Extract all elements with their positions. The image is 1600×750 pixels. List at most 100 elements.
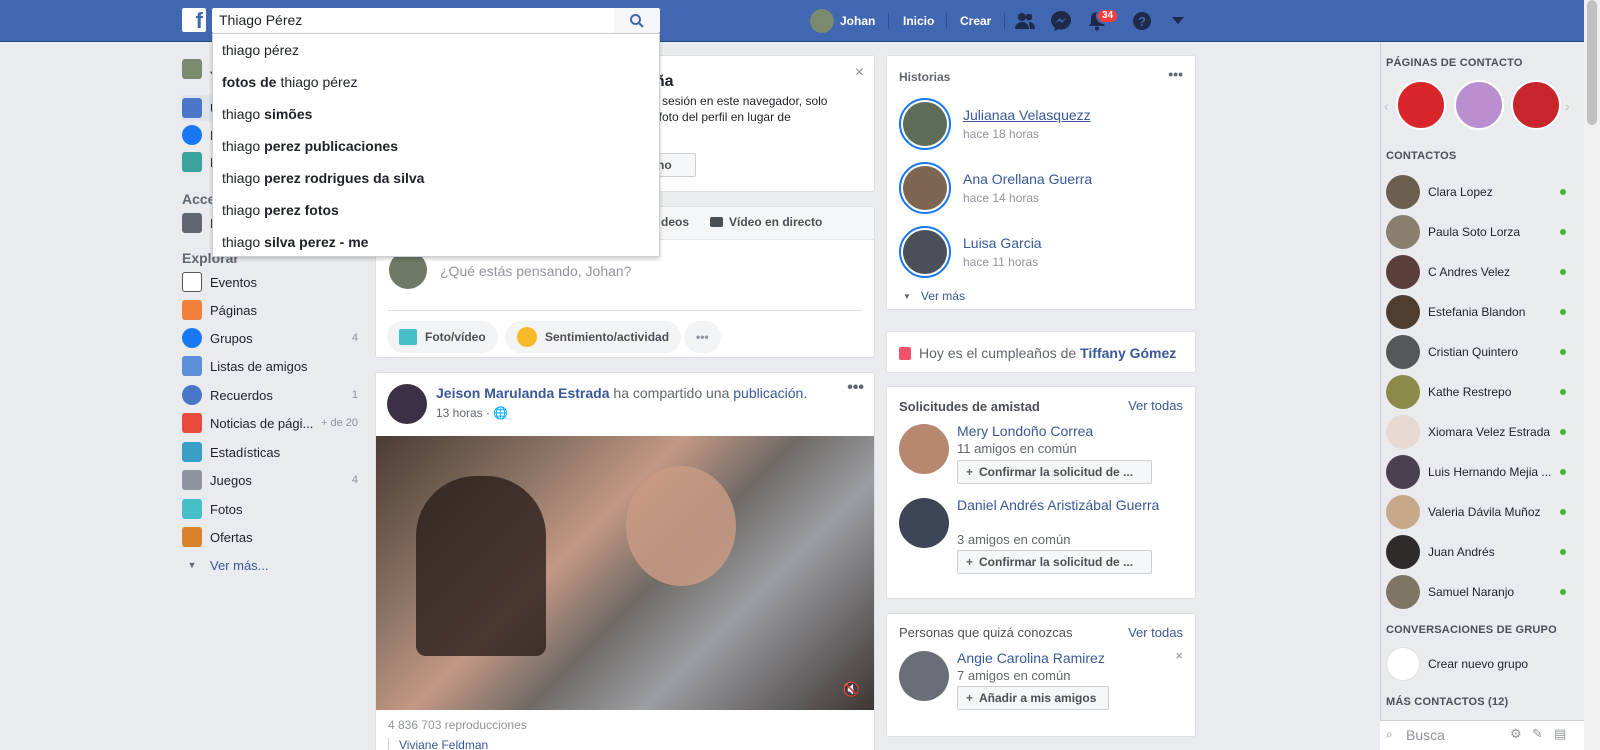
- see-all-link[interactable]: Ver todas: [1128, 398, 1183, 413]
- confirm-request-button[interactable]: + Confirmar la solicitud de ...: [957, 460, 1152, 484]
- search-suggestion[interactable]: thiago perez publicaciones: [213, 130, 659, 162]
- sidebar-item-events[interactable]: Eventos: [182, 269, 358, 295]
- search-suggestion[interactable]: fotos de thiago pérez: [213, 66, 659, 98]
- avatar[interactable]: [899, 498, 949, 548]
- contact-item[interactable]: Luis Hernando Mejia ...: [1386, 455, 1566, 489]
- avatar[interactable]: [899, 424, 949, 474]
- chevron-right-icon[interactable]: ›: [1565, 98, 1570, 114]
- story-avatar[interactable]: [899, 226, 951, 278]
- online-indicator: [1560, 309, 1566, 315]
- tab-live-video[interactable]: Vídeo en directo: [710, 215, 822, 229]
- sidebar-item-pages-feed[interactable]: Noticias de pági... + de 20: [182, 410, 358, 436]
- contact-page-avatar[interactable]: [1511, 80, 1561, 130]
- friend-requests-icon[interactable]: [1014, 10, 1036, 32]
- birthday-person-link[interactable]: Tiffany Gómez: [1080, 345, 1176, 361]
- post-timestamp[interactable]: 13 horas · 🌐: [436, 406, 508, 420]
- help-icon[interactable]: ?: [1131, 10, 1153, 32]
- contact-item[interactable]: Valeria Dávila Muñoz: [1386, 495, 1566, 529]
- confirm-request-button[interactable]: + Confirmar la solicitud de ...: [957, 550, 1152, 574]
- story-avatar[interactable]: [899, 162, 951, 214]
- create-group-button[interactable]: Crear nuevo grupo: [1386, 647, 1566, 681]
- post-video[interactable]: 🔇: [376, 436, 874, 710]
- sidebar-item-label: Recuerdos: [210, 387, 273, 403]
- story-avatar[interactable]: [899, 98, 951, 150]
- sidebar-item-friend-lists[interactable]: Listas de amigos: [182, 353, 358, 379]
- contact-item[interactable]: Samuel Naranjo: [1386, 575, 1566, 609]
- search-suggestion[interactable]: thiago silva perez - me: [213, 226, 659, 258]
- mute-icon[interactable]: 🔇: [843, 681, 860, 698]
- post-shared-link[interactable]: publicación.: [733, 385, 807, 401]
- facebook-logo[interactable]: f: [182, 8, 206, 32]
- stories-see-more[interactable]: ▼ Ver más: [903, 289, 965, 303]
- contact-item[interactable]: Estefania Blandon: [1386, 295, 1566, 329]
- online-indicator: [1560, 589, 1566, 595]
- messenger-icon[interactable]: [1050, 10, 1072, 32]
- tab-photo-video[interactable]: deos: [661, 215, 689, 229]
- photo-video-button[interactable]: Foto/vídeo: [387, 321, 498, 353]
- sidebar-item-pages[interactable]: Páginas: [182, 297, 358, 323]
- search-suggestion[interactable]: thiago simões: [213, 98, 659, 130]
- search-input[interactable]: Thiago Pérez: [212, 8, 614, 33]
- close-icon[interactable]: ×: [855, 64, 864, 82]
- contact-item[interactable]: C Andres Velez: [1386, 255, 1566, 289]
- feeling-activity-button[interactable]: Sentimiento/actividad: [505, 321, 682, 353]
- search-suggestion[interactable]: thiago perez rodrigues da silva: [213, 162, 659, 194]
- sidebar-item-photos[interactable]: Fotos: [182, 496, 358, 522]
- scrollbar-thumb[interactable]: [1587, 0, 1597, 125]
- sidebar-item-groups[interactable]: Grupos 4: [182, 325, 358, 351]
- search-button[interactable]: [614, 8, 660, 33]
- suggestion-bold: perez fotos: [264, 202, 339, 218]
- chevron-left-icon[interactable]: ‹: [1384, 98, 1389, 114]
- composer-input[interactable]: ¿Qué estás pensando, Johan?: [440, 263, 631, 279]
- contact-page-avatar[interactable]: [1396, 80, 1446, 130]
- chat-search-input[interactable]: Busca: [1406, 727, 1445, 743]
- story-name[interactable]: Julianaa Velasquezz: [963, 107, 1091, 123]
- contact-item[interactable]: Xiomara Velez Estrada: [1386, 415, 1566, 449]
- contact-item[interactable]: Clara Lopez: [1386, 175, 1566, 209]
- profile-link[interactable]: Johan: [810, 0, 875, 42]
- sidebar-item-memories[interactable]: Recuerdos 1: [182, 382, 358, 408]
- shared-post-author[interactable]: Viviane Feldman: [388, 738, 488, 750]
- avatar[interactable]: [387, 384, 427, 424]
- avatar: [903, 166, 947, 210]
- video-frame: [416, 476, 546, 656]
- request-name[interactable]: Mery Londoño Correa: [957, 423, 1093, 439]
- search-suggestion[interactable]: thiago pérez: [213, 34, 659, 66]
- create-link[interactable]: Crear: [960, 0, 991, 42]
- contact-item[interactable]: Kathe Restrepo: [1386, 375, 1566, 409]
- search-suggestion[interactable]: thiago perez fotos: [213, 194, 659, 226]
- contact-item[interactable]: Juan Andrés: [1386, 535, 1566, 569]
- story-name[interactable]: Ana Orellana Guerra: [963, 171, 1092, 187]
- request-name[interactable]: Daniel Andrés Aristizábal Guerra: [957, 497, 1177, 514]
- sidebar-item-games[interactable]: Juegos 4: [182, 467, 358, 493]
- sidebar-see-more[interactable]: ▼ Ver más...: [182, 552, 358, 578]
- sidebar-toggle-icon[interactable]: ▤: [1554, 726, 1566, 742]
- add-friend-button[interactable]: + Añadir a mis amigos: [957, 686, 1109, 710]
- suggested-person-name[interactable]: Angie Carolina Ramirez: [957, 650, 1105, 666]
- pages-feed-icon: [182, 413, 202, 433]
- contact-item[interactable]: Paula Soto Lorza: [1386, 215, 1566, 249]
- contact-page-avatar[interactable]: [1454, 80, 1504, 130]
- compose-icon[interactable]: ✎: [1532, 726, 1543, 742]
- post-author-link[interactable]: Jeison Marulanda Estrada: [436, 385, 610, 401]
- contact-item[interactable]: Cristian Quintero: [1386, 335, 1566, 369]
- story-time: hace 11 horas: [963, 255, 1039, 269]
- avatar[interactable]: [899, 651, 949, 701]
- gear-icon[interactable]: ⚙: [1510, 726, 1522, 742]
- account-menu-icon[interactable]: [1167, 10, 1189, 32]
- sidebar-item-news-feed[interactable]: U: [182, 95, 219, 121]
- home-link[interactable]: Inicio: [903, 0, 934, 42]
- sidebar-item-offers[interactable]: Ofertas: [182, 524, 358, 550]
- see-all-link[interactable]: Ver todas: [1128, 625, 1183, 640]
- friend-requests-title: Solicitudes de amistad: [899, 399, 1040, 414]
- stories-options-icon[interactable]: •••: [1168, 66, 1183, 82]
- post-options-icon[interactable]: •••: [847, 379, 864, 397]
- sidebar-item-insights[interactable]: Estadísticas: [182, 439, 358, 465]
- story-time: hace 18 horas: [963, 127, 1040, 141]
- more-options-button[interactable]: •••: [684, 321, 721, 353]
- contact-name: Valeria Dávila Muñoz: [1428, 505, 1541, 519]
- close-icon[interactable]: ×: [1175, 648, 1183, 663]
- story-name[interactable]: Luisa Garcia: [963, 235, 1042, 251]
- avatar: [1386, 215, 1420, 249]
- page-scrollbar[interactable]: [1584, 0, 1600, 750]
